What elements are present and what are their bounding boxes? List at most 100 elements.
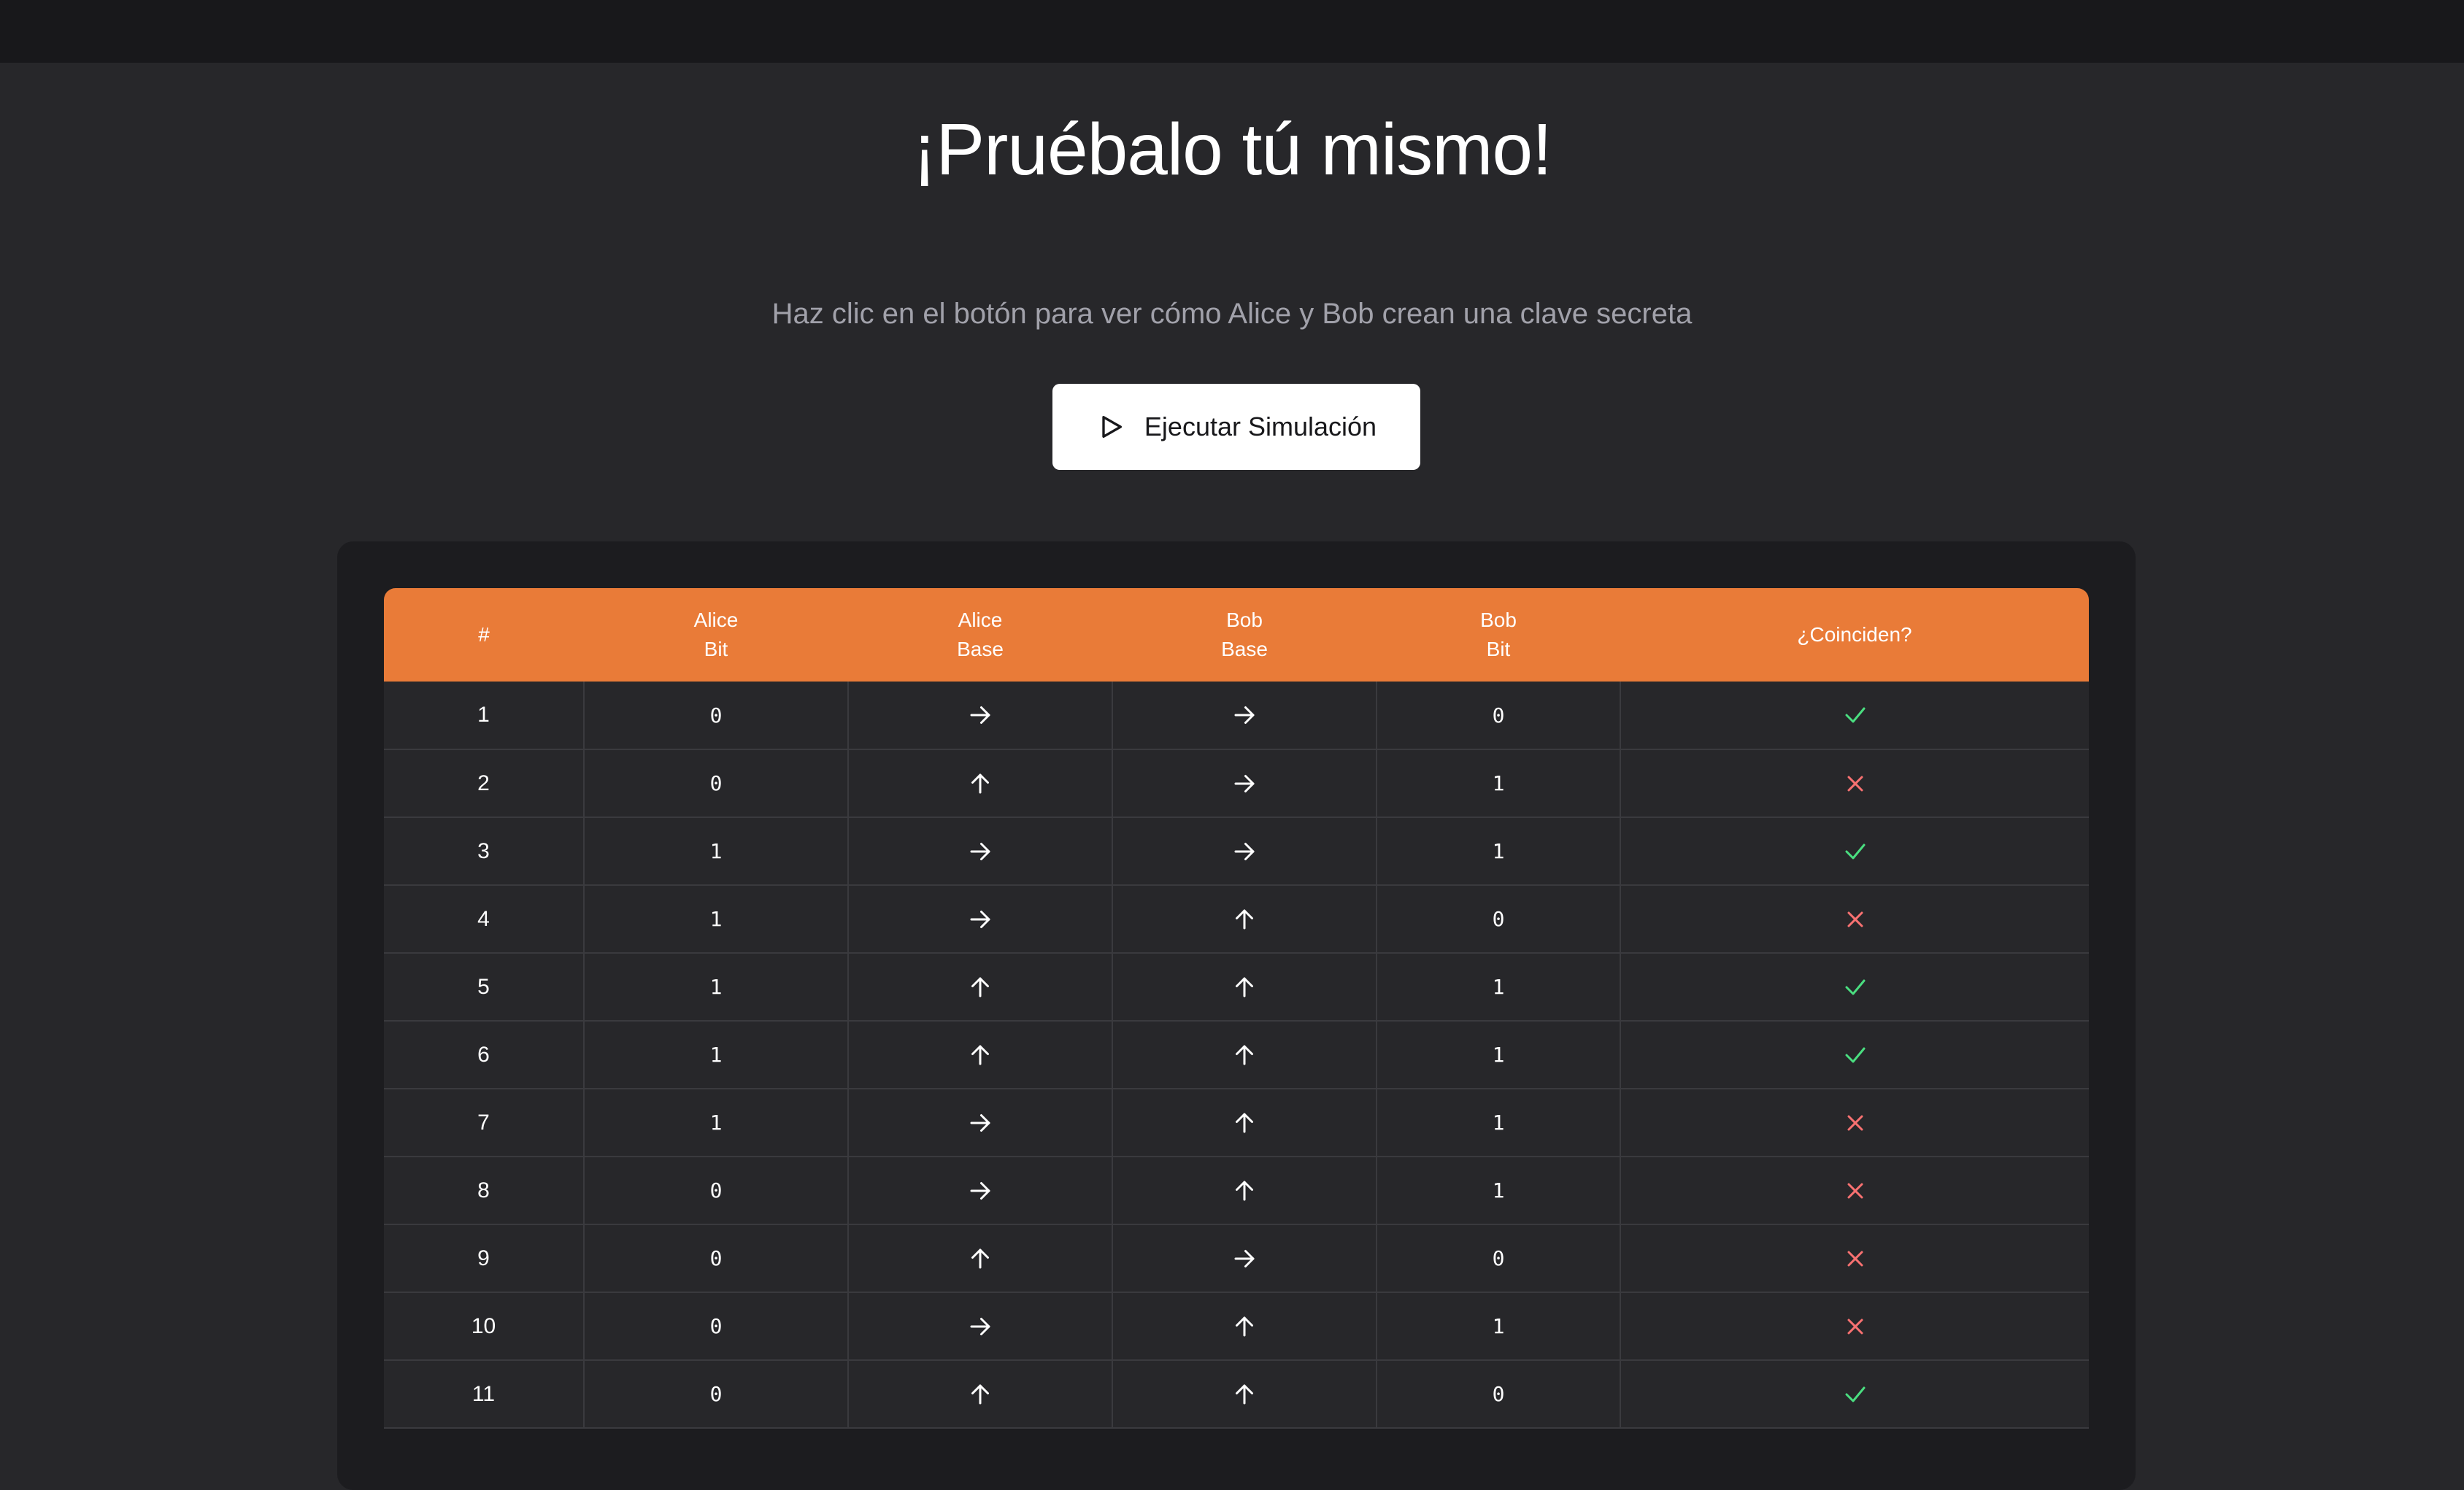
cell-index: 4 xyxy=(384,885,585,954)
cell-index: 5 xyxy=(384,953,585,1022)
table-row: 511 xyxy=(384,953,2089,1022)
table-row: 20 1 xyxy=(384,749,2089,818)
arrow-right-icon xyxy=(967,1313,993,1337)
arrow-up-icon xyxy=(1231,973,1258,997)
table-row: 611 xyxy=(384,1021,2089,1089)
table-row: 100 xyxy=(384,682,2089,750)
cell-match xyxy=(1620,1292,2089,1361)
cell-bob-base xyxy=(1112,1360,1377,1429)
arrow-right-icon xyxy=(967,906,993,930)
table-row: 11 0 0 xyxy=(384,1360,2089,1429)
cell-alice-bit: 0 xyxy=(584,749,849,818)
cell-bob-bit: 1 xyxy=(1377,749,1621,818)
cell-index: 3 xyxy=(384,817,585,886)
cell-bob-bit: 0 xyxy=(1377,1224,1621,1293)
cell-index: 8 xyxy=(384,1157,585,1225)
cell-bob-bit: 1 xyxy=(1377,817,1621,886)
cell-alice-base xyxy=(848,1157,1113,1225)
x-icon xyxy=(1842,1245,1868,1269)
cell-alice-base xyxy=(848,1021,1113,1089)
cell-alice-bit: 0 xyxy=(584,682,849,750)
cell-alice-base xyxy=(848,1360,1113,1429)
arrow-right-icon xyxy=(967,702,993,726)
cell-bob-bit: 0 xyxy=(1377,1360,1621,1429)
check-icon xyxy=(1842,1381,1868,1405)
arrow-up-icon xyxy=(967,1041,993,1065)
cell-alice-bit: 0 xyxy=(584,1157,849,1225)
arrow-up-icon xyxy=(1231,1381,1258,1405)
x-icon xyxy=(1842,1109,1868,1133)
cell-bob-bit: 0 xyxy=(1377,885,1621,954)
cell-alice-base xyxy=(848,1292,1113,1361)
header-bob-base: Bob Base xyxy=(1221,609,1268,660)
cell-match xyxy=(1620,817,2089,886)
run-simulation-button[interactable]: Ejecutar Simulación xyxy=(1052,384,1420,470)
cell-alice-base xyxy=(848,1224,1113,1293)
cell-match xyxy=(1620,749,2089,818)
cell-bob-base xyxy=(1112,749,1377,818)
cell-bob-base xyxy=(1112,1224,1377,1293)
cell-alice-base xyxy=(848,749,1113,818)
table-row: 41 0 xyxy=(384,885,2089,954)
cell-bob-base xyxy=(1112,1089,1377,1157)
cell-index: 2 xyxy=(384,749,585,818)
play-icon xyxy=(1102,416,1122,438)
check-icon xyxy=(1842,702,1868,726)
cell-bob-base xyxy=(1112,817,1377,886)
cell-alice-bit: 1 xyxy=(584,817,849,886)
arrow-up-icon xyxy=(1231,906,1258,930)
table-row: 80 1 xyxy=(384,1157,2089,1225)
header-alice-base: Alice Base xyxy=(957,609,1004,660)
cell-bob-bit: 1 xyxy=(1377,953,1621,1022)
x-icon xyxy=(1842,770,1868,794)
cell-bob-bit: 1 xyxy=(1377,1157,1621,1225)
table-row: 311 xyxy=(384,817,2089,886)
cell-index: 11 xyxy=(384,1360,585,1429)
cell-bob-bit: 0 xyxy=(1377,682,1621,750)
arrow-right-icon xyxy=(1231,770,1258,794)
arrow-up-icon xyxy=(967,1381,993,1405)
check-icon xyxy=(1842,1041,1868,1065)
cell-bob-bit: 1 xyxy=(1377,1292,1621,1361)
arrow-right-icon xyxy=(1231,1245,1258,1269)
x-icon xyxy=(1842,1313,1868,1337)
page-subtitle: Haz clic en el botón para ver cómo Alice… xyxy=(771,298,1693,330)
cell-alice-bit: 1 xyxy=(584,885,849,954)
cell-alice-bit: 0 xyxy=(584,1360,849,1429)
cell-bob-bit: 1 xyxy=(1377,1089,1621,1157)
cell-bob-base xyxy=(1112,1292,1377,1361)
cell-index: 1 xyxy=(384,682,585,750)
cell-match xyxy=(1620,682,2089,750)
cell-alice-base xyxy=(848,953,1113,1022)
arrow-up-icon xyxy=(1231,1177,1258,1201)
cell-index: 10 xyxy=(384,1292,585,1361)
cell-alice-bit: 0 xyxy=(584,1224,849,1293)
arrow-up-icon xyxy=(967,1245,993,1269)
cell-bob-bit: 1 xyxy=(1377,1021,1621,1089)
page-title: ¡Pruébalo tú mismo! xyxy=(912,109,1552,190)
cell-match xyxy=(1620,1089,2089,1157)
arrow-up-icon xyxy=(1231,1041,1258,1065)
x-icon xyxy=(1842,1177,1868,1201)
arrow-right-icon xyxy=(1231,702,1258,726)
arrow-right-icon xyxy=(967,1177,993,1201)
cell-match xyxy=(1620,1360,2089,1429)
arrow-right-icon xyxy=(967,838,993,862)
cell-index: 9 xyxy=(384,1224,585,1293)
cell-bob-base xyxy=(1112,1021,1377,1089)
header-alice-bit: Alice Bit xyxy=(693,609,739,660)
arrow-right-icon xyxy=(967,1109,993,1133)
cell-bob-base xyxy=(1112,953,1377,1022)
cell-match xyxy=(1620,1224,2089,1293)
cell-alice-base xyxy=(848,885,1113,954)
cell-bob-base xyxy=(1112,885,1377,954)
header-index: # xyxy=(478,623,490,646)
cell-match xyxy=(1620,1157,2089,1225)
cell-alice-bit: 0 xyxy=(584,1292,849,1361)
simulation-table: # Alice Bit Alice Base Bob Base Bob Bit ¿Coi… xyxy=(384,588,2089,1429)
table-header-row: # Alice Bit Alice Base Bob Base Bob Bit ¿Coi… xyxy=(384,588,2089,682)
header-match: ¿Coinciden? xyxy=(1797,623,1912,646)
cell-bob-base xyxy=(1112,682,1377,750)
table-row: 900 xyxy=(384,1224,2089,1293)
arrow-up-icon xyxy=(1231,1313,1258,1337)
